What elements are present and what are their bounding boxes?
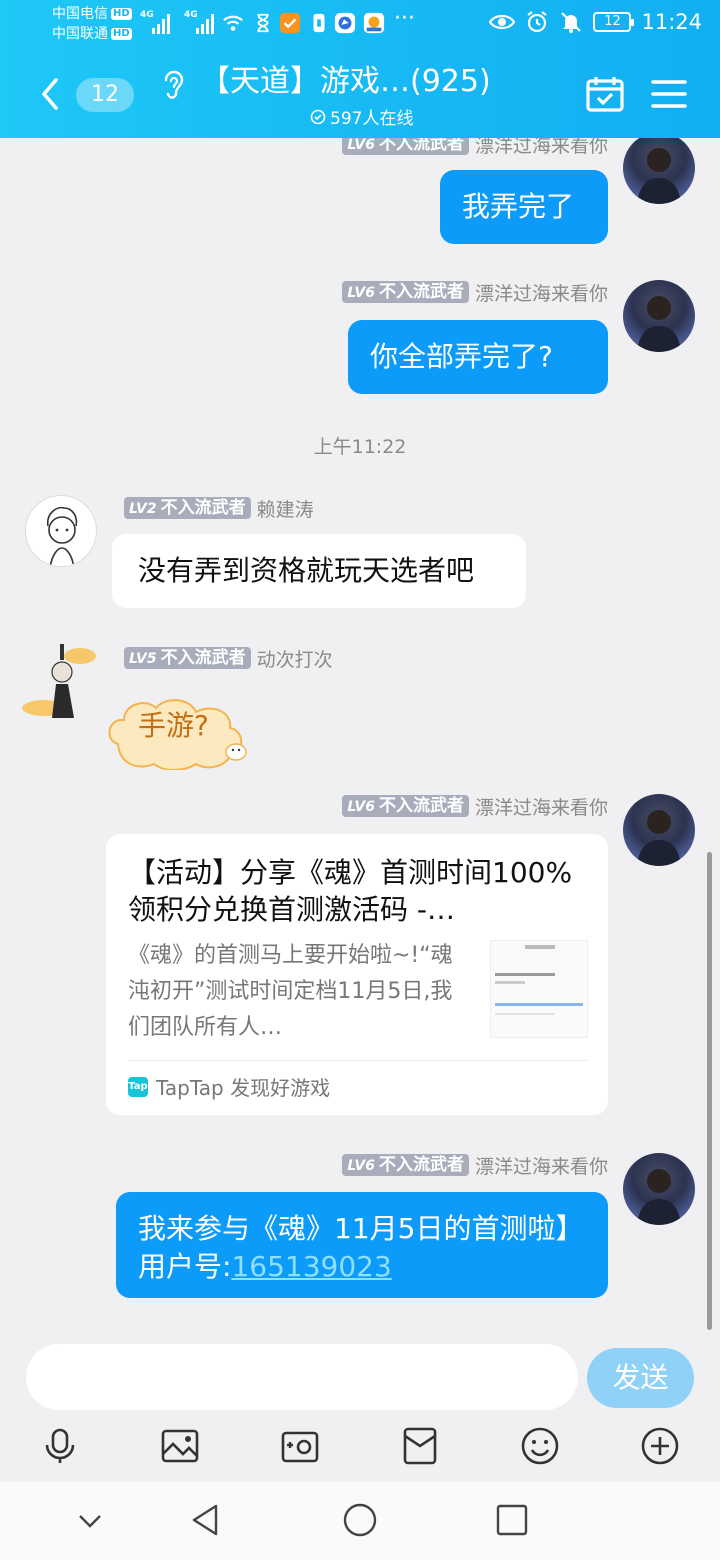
plus-icon[interactable] [640,1426,680,1466]
avatar[interactable] [623,138,695,204]
chat-header: 中国电信 HD 中国联通 HD 4G 4G ··· 12 11:24 12 【天… [0,0,720,138]
unread-count-badge[interactable]: 12 [76,78,134,112]
avatar[interactable] [22,642,98,718]
avatar[interactable] [623,280,695,352]
card-thumbnail [490,940,588,1038]
collapse-icon[interactable] [72,1502,108,1538]
level-badge: LV6 不入流武者 [342,795,469,817]
carrier-2: 中国联通 [52,26,108,42]
net-type-2: 4G [184,10,198,20]
calendar-icon[interactable] [585,74,625,114]
clock: 11:24 [641,10,702,34]
sketch-avatar-image [46,506,78,566]
message-meta: LV2 不入流武者 赖建涛 [124,496,314,521]
back-button[interactable] [36,76,66,112]
time-separator: 上午11:22 [313,436,407,458]
message-meta: LV6 不入流武者 漂洋过海来看你 [342,794,608,819]
hd-badge-1: HD [111,8,132,20]
message-meta: LV6 不入流武者 漂洋过海来看你 [342,138,608,157]
message-meta: LV5 不入流武者 动次打次 [124,646,333,671]
avatar[interactable] [623,1153,695,1225]
hd-badge-2: HD [111,28,132,40]
carrier-1: 中国电信 [52,6,108,22]
singer-avatar-image [637,296,681,352]
level-badge: LV6 不入流武者 [342,1154,469,1176]
sender-name: 漂洋过海来看你 [474,282,608,305]
sim-icon [313,13,325,33]
mute-bell-icon [561,12,582,33]
level-badge: LV6 不入流武者 [342,138,469,155]
red-packet-icon[interactable] [400,1426,440,1466]
hourglass-icon [257,13,269,33]
sender-name: 漂洋过海来看你 [474,138,608,157]
card-description: 《魂》的首测马上要开始啦~!“魂沌初开”测试时间定档11月5日,我们团队所有人… [128,943,453,1040]
singer-avatar-image [637,148,681,204]
ear-icon[interactable] [158,68,186,100]
singer-avatar-image [637,1169,681,1225]
carrier-info: 中国电信 HD 中国联通 HD [52,4,132,44]
back-icon[interactable] [188,1502,224,1538]
more-notifications-icon: ··· [394,6,415,31]
shared-link-card[interactable]: 【活动】分享《魂》首测时间100%领积分兑换首测激活码 -… 《魂》的首测马上要… [106,834,608,1115]
message-bubble[interactable]: 我弄完了 [440,170,608,244]
chat-scrollbar[interactable] [707,852,712,1330]
taptap-logo-icon: Tap [128,1076,148,1097]
sticker-text: 手游? [138,709,209,742]
message-bubble[interactable]: 没有弄到资格就玩天选者吧 [112,534,526,608]
check-circle-icon [310,109,326,124]
battery-indicator: 12 [593,12,635,32]
online-count: 597人在线 [310,104,413,129]
wifi-icon [223,15,243,31]
browser-icon [334,12,356,34]
status-bar: 中国电信 HD 中国联通 HD 4G 4G ··· 12 11:24 [0,0,720,50]
eye-icon [489,14,516,30]
menu-icon[interactable] [650,78,688,110]
signal-icon-1: 4G [140,10,170,34]
input-area: 发送 [0,1330,720,1482]
signal-icon-2: 4G [184,10,214,34]
net-type-1: 4G [140,10,154,20]
sender-name: 漂洋过海来看你 [474,796,608,819]
image-icon[interactable] [160,1426,200,1466]
message-bubble[interactable]: 你全部弄完了? [348,320,608,394]
ink-character-avatar-image [22,644,96,718]
alarm-icon [527,11,548,33]
avatar[interactable] [25,495,97,567]
avatar[interactable] [623,794,695,866]
microphone-icon[interactable] [40,1426,80,1466]
message-meta: LV6 不入流武者 漂洋过海来看你 [342,280,608,305]
card-title: 【活动】分享《魂》首测时间100%领积分兑换首测激活码 -… [128,856,573,926]
card-source-text: TapTap 发现好游戏 [156,1076,331,1100]
online-count-text: 597人在线 [330,109,414,129]
group-title[interactable]: 【天道】游戏…(925) [200,62,491,102]
level-badge: LV5 不入流武者 [124,647,251,669]
status-right: 12 11:24 [489,10,702,34]
singer-avatar-image [637,810,681,866]
message-bubble[interactable]: 我来参与《魂》11月5日的首测啦】 用户号:165139023 [116,1192,608,1298]
sender-name: 漂洋过海来看你 [474,1155,608,1178]
user-id-link[interactable]: 165139023 [231,1250,391,1283]
sticker-message[interactable]: 手游? [104,688,262,771]
recents-icon[interactable] [494,1502,530,1538]
system-nav-bar [0,1482,720,1560]
level-badge: LV6 不入流武者 [342,281,469,303]
sender-name: 赖建涛 [256,498,314,521]
sender-name: 动次打次 [256,648,333,671]
card-divider [128,1060,588,1061]
card-source: Tap TapTap 发现好游戏 [128,1072,330,1101]
send-button[interactable]: 发送 [587,1348,694,1408]
message-input[interactable] [26,1344,578,1410]
game-app-icon [363,12,385,34]
level-badge: LV2 不入流武者 [124,497,251,519]
message-meta: LV6 不入流武者 漂洋过海来看你 [342,1153,608,1178]
camera-icon[interactable] [280,1426,320,1466]
home-icon[interactable] [342,1502,378,1538]
chat-area[interactable]: LV6 不入流武者 漂洋过海来看你 我弄完了 LV6 不入流武者 漂洋过海来看你 你… [0,138,720,1330]
emoji-icon[interactable] [520,1426,560,1466]
app-check-icon [279,12,301,34]
